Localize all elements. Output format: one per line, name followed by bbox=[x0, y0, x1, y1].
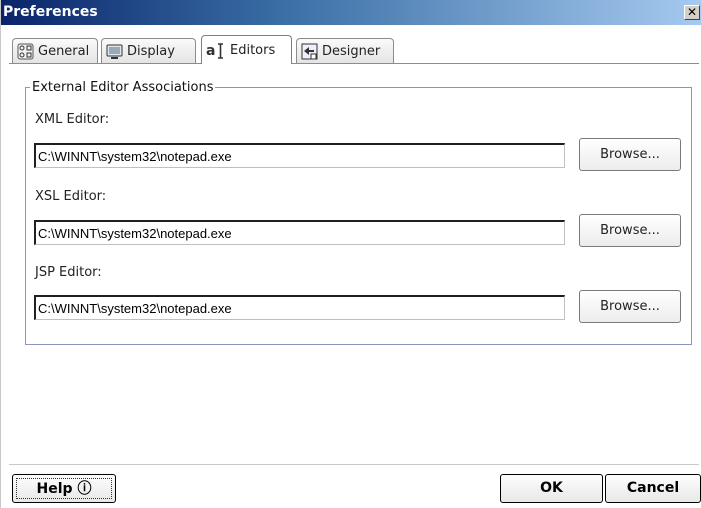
tab-designer[interactable]: Designer bbox=[296, 38, 394, 63]
svg-text:a: a bbox=[206, 43, 215, 59]
xml-browse-button[interactable]: Browse... bbox=[579, 138, 681, 171]
tab-editors-label: Editors bbox=[230, 42, 276, 58]
xml-editor-path-input[interactable]: C:\WINNT\system32\notepad.exe bbox=[34, 143, 565, 168]
xml-editor-label: XML Editor: bbox=[35, 112, 110, 127]
display-icon bbox=[106, 43, 123, 60]
jsp-editor-path-input[interactable]: C:\WINNT\system32\notepad.exe bbox=[34, 295, 565, 320]
tab-bar: General Display a Editors Designer bbox=[1, 25, 701, 71]
window-title: Preferences bbox=[3, 4, 98, 20]
tab-display-label: Display bbox=[127, 43, 175, 59]
help-button[interactable]: Help ⓘ bbox=[12, 474, 116, 503]
help-button-label: Help ⓘ bbox=[16, 478, 112, 499]
preferences-dialog: Preferences ✕ General Display a Editors … bbox=[0, 0, 701, 508]
editors-icon: a bbox=[206, 42, 226, 59]
tab-display[interactable]: Display bbox=[101, 38, 196, 63]
jsp-editor-label: JSP Editor: bbox=[35, 265, 102, 280]
cancel-button[interactable]: Cancel bbox=[605, 474, 701, 503]
jsp-browse-button[interactable]: Browse... bbox=[579, 290, 681, 323]
tab-divider bbox=[9, 63, 699, 64]
footer-divider bbox=[9, 464, 699, 465]
general-icon bbox=[17, 43, 34, 60]
xsl-browse-button[interactable]: Browse... bbox=[579, 214, 681, 247]
ok-button[interactable]: OK bbox=[500, 474, 603, 503]
close-button[interactable]: ✕ bbox=[684, 5, 700, 20]
tab-general[interactable]: General bbox=[12, 38, 98, 63]
xsl-editor-label: XSL Editor: bbox=[35, 189, 107, 204]
tab-editors[interactable]: a Editors bbox=[201, 35, 292, 64]
tab-designer-label: Designer bbox=[322, 43, 381, 59]
designer-icon bbox=[301, 43, 318, 60]
title-bar: Preferences ✕ bbox=[1, 0, 701, 25]
tab-general-label: General bbox=[38, 43, 90, 59]
group-title: External Editor Associations bbox=[30, 80, 216, 95]
xsl-editor-path-input[interactable]: C:\WINNT\system32\notepad.exe bbox=[34, 220, 565, 245]
close-icon: ✕ bbox=[686, 5, 698, 19]
